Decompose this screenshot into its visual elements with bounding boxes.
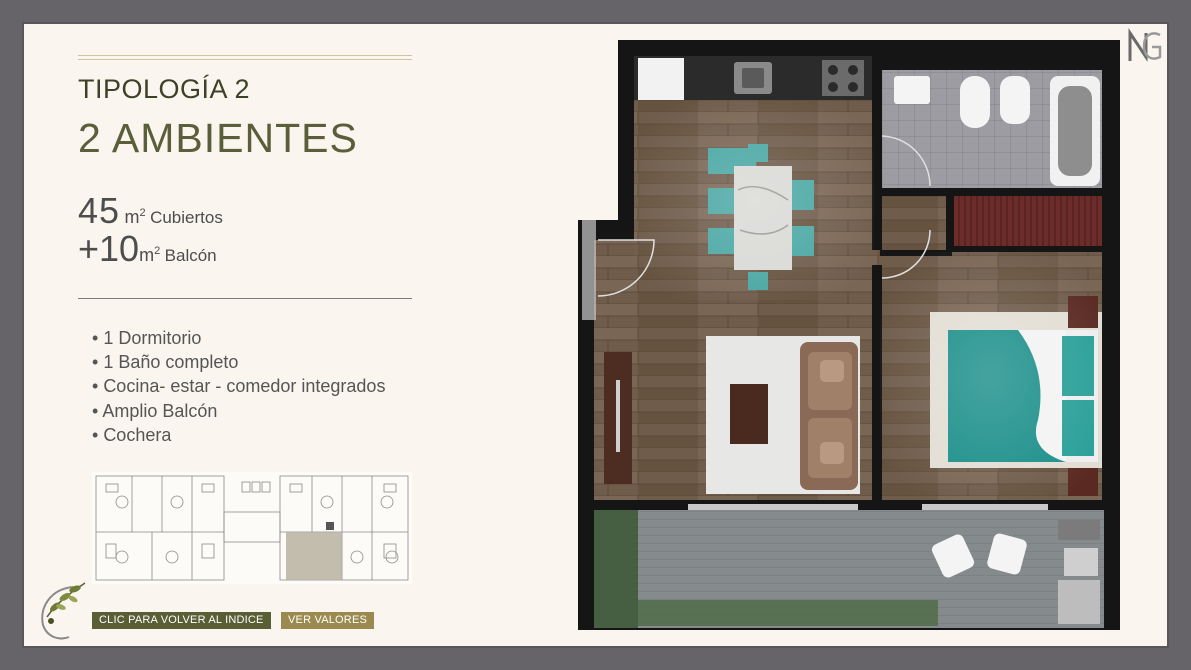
brand-monogram-icon [1128,28,1162,62]
balcony-area-unit: m2 [139,245,161,265]
feature-item: 1 Dormitorio [92,326,385,350]
stove [822,60,864,96]
balcony-area: +10m2 Balcón [78,228,217,270]
bathroom-sink [894,76,930,104]
balcony-area-label: Balcón [164,246,217,265]
feature-item: Amplio Balcón [92,399,385,423]
covered-area-value: 45 [78,190,121,231]
feature-list: 1 Dormitorio 1 Baño completo Cocina- est… [92,326,385,447]
balcony-planter [594,510,638,628]
feature-item: 1 Baño completo [92,350,385,374]
highlighted-unit [286,532,342,580]
balcony-grill [1058,520,1100,540]
view-prices-button[interactable]: VER VALORES [281,612,375,629]
covered-area-unit: m2 [124,207,146,227]
covered-area: 45 m2 Cubiertos [78,190,223,232]
balcony-area-value: +10 [78,228,140,269]
covered-area-label: Cubiertos [150,208,223,227]
fridge [638,58,684,100]
toilet [960,76,990,128]
feature-item: Cochera [92,423,385,447]
coffee-table [730,384,768,444]
typology-title: TIPOLOGÍA 2 [78,74,251,104]
olive-branch-logo-icon [41,582,86,640]
feature-item: Cocina- estar - comedor integrados [92,374,385,398]
back-to-index-button[interactable]: CLIC PARA VOLVER AL INDICE [92,612,271,629]
unit-marker [326,522,334,530]
building-key-plan [92,472,412,584]
floor-plan [578,40,1120,630]
bidet [1000,76,1030,124]
closet [952,196,1102,246]
section-divider [78,298,412,299]
rooms-title: 2 AMBIENTES [78,115,358,161]
top-divider [78,55,412,60]
